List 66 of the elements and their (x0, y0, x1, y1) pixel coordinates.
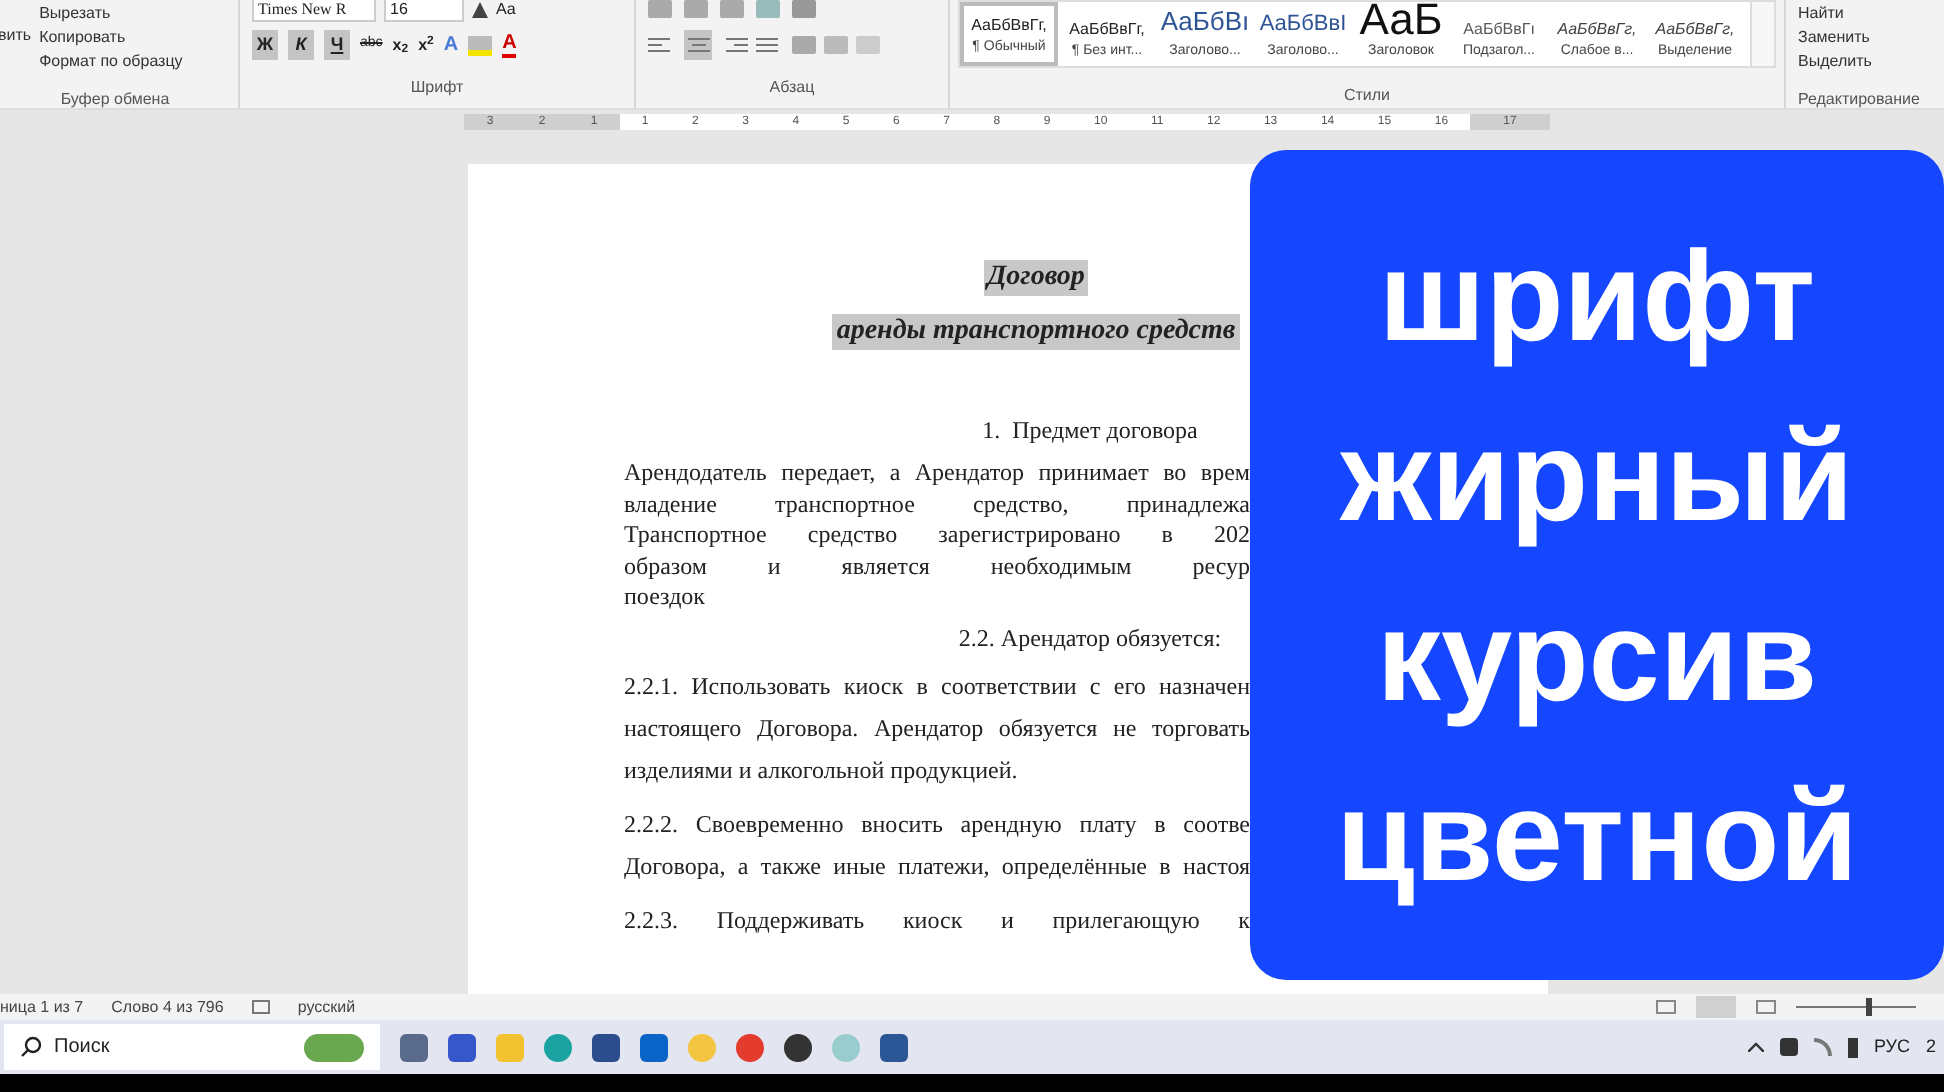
style-preview: АаБбВвГг, (1557, 17, 1637, 41)
style-preview: АаБбВвГг, (971, 13, 1047, 37)
text-line: образом и является необходимым ресур (624, 551, 1250, 582)
language-status[interactable]: русский (297, 995, 356, 1019)
text-line: 2.2.3. Поддерживать киоск и прилегающую к (624, 903, 1250, 938)
search-icon (20, 1036, 42, 1058)
style-preview: АаБбВвI (1259, 10, 1347, 40)
text-line: изделиями и алкогольной продукцией. (624, 753, 1020, 788)
group-label: Шрифт (410, 78, 464, 96)
format-toggle[interactable]: Ж (252, 30, 278, 60)
grow-font-icon[interactable] (472, 1, 488, 17)
app-icon[interactable] (448, 1033, 476, 1061)
format-toggle[interactable]: К (288, 30, 314, 60)
font-size-field[interactable]: 16 (384, 0, 464, 22)
group-label: Стили (1343, 86, 1391, 104)
font-name-field[interactable]: Times New R (252, 0, 376, 22)
case-button[interactable]: Aa (496, 0, 516, 21)
app-icon[interactable] (784, 1033, 812, 1061)
text-line: владение транспортное средство, принадлежа (624, 489, 1250, 520)
clipboard-command[interactable]: Формат по образцу (39, 50, 183, 72)
text-line: Арендодатель передает, а Арендатор принимает во врем (624, 458, 1250, 489)
caption-line: жирный (1340, 401, 1854, 551)
text-line: настоящего Договора. Арендатор обязуется не торговать (624, 711, 1250, 746)
text-line: Транспортное средство зарегистрировано в 202 (624, 520, 1250, 551)
text-effects-button[interactable]: A (443, 30, 459, 60)
clock[interactable]: 2 (1925, 1033, 1936, 1061)
page-count[interactable]: ница 1 из 7 (0, 995, 84, 1019)
style-preview: АаБбВвГг, (1069, 17, 1145, 41)
group-label: Абзац (769, 78, 815, 96)
text-line: 2.2.1. Использовать киоск в соответствии с его назначен (624, 669, 1250, 703)
battery-icon[interactable] (1847, 1037, 1858, 1057)
align-button[interactable] (684, 30, 712, 60)
editing-command[interactable]: Выделить (1798, 50, 1924, 72)
editing-command[interactable]: Найти (1798, 2, 1924, 24)
mail-icon[interactable] (640, 1033, 668, 1061)
clipboard-command[interactable]: Вырезать (39, 2, 183, 24)
caption-line: курсив (1376, 581, 1818, 731)
caption-line: шрифт (1378, 221, 1816, 371)
subscript-button[interactable]: x$_{2}$ (392, 33, 409, 57)
font-color-button[interactable]: A (502, 33, 517, 57)
clipboard-command[interactable]: Копировать (39, 26, 183, 48)
format-toggle[interactable]: Ч (324, 30, 350, 60)
style-preview: АаБбВвГг, (1655, 17, 1735, 41)
text-line: Договора, а также иные платежи, определённые в настоя (624, 849, 1250, 883)
group-label: Буфер обмена (60, 90, 170, 108)
text-line: поездок (624, 582, 707, 613)
superscript-button[interactable]: x$^{2}$ (418, 33, 434, 57)
editing-command[interactable]: Заменить (1798, 26, 1924, 48)
section-heading: 1. Предмет договора (982, 414, 1198, 446)
app-icon[interactable] (592, 1033, 620, 1061)
caption-line: цветной (1335, 761, 1859, 911)
word-app-icon[interactable] (880, 1033, 908, 1061)
style-preview: АаБбВвГı (1463, 17, 1535, 41)
search-field[interactable]: Поиск (4, 1024, 380, 1070)
leaf-umbrella-icon (304, 1033, 364, 1061)
section-heading: 2.2. Арендатор обязуется: (958, 621, 1222, 653)
style-preview: АаБ (1359, 2, 1443, 41)
zoom-slider-thumb[interactable] (1865, 998, 1871, 1016)
group-label: Редактирование (1798, 90, 1920, 108)
task-view-icon[interactable] (400, 1033, 428, 1061)
input-language[interactable]: РУС (1873, 1033, 1910, 1061)
text-line: 2.2.2. Своевременно вносить арендную плату в соотве (624, 807, 1250, 842)
highlighter-icon[interactable] (468, 35, 493, 55)
tray-chevron-icon[interactable] (1747, 1042, 1764, 1052)
style-preview: АаБбВı (1160, 4, 1250, 40)
word-count[interactable]: Слово 4 из 796 (111, 995, 224, 1019)
